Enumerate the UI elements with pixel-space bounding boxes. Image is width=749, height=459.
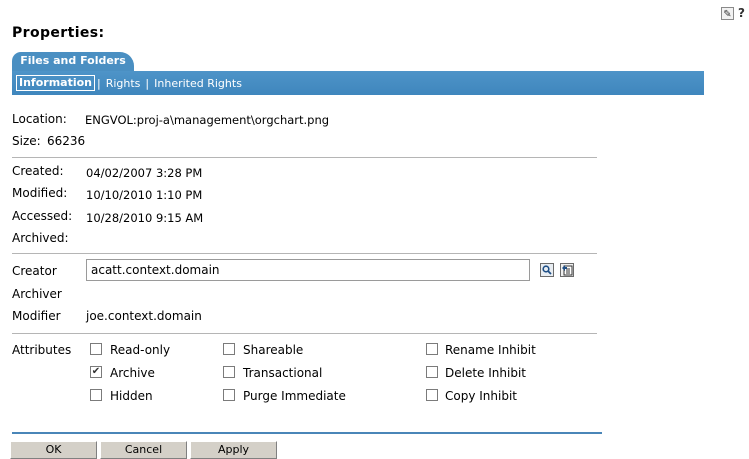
sub-navigation: Information | Rights | Inherited Rights [12, 71, 704, 95]
subnav-separator: | [97, 76, 101, 90]
ok-button[interactable]: OK [10, 441, 97, 459]
divider [12, 253, 597, 254]
shareable-checkbox[interactable] [223, 343, 235, 355]
attributes-label: Attributes [12, 343, 72, 357]
archive-checkbox[interactable]: ✔ [90, 366, 102, 378]
divider [12, 157, 597, 158]
edit-icon[interactable]: ✎ [721, 7, 734, 20]
help-icon[interactable]: ? [736, 7, 747, 20]
hidden-checkbox[interactable] [90, 389, 102, 401]
search-icon[interactable] [540, 263, 554, 277]
size-value: 66236 [47, 134, 86, 148]
subnav-separator: | [145, 76, 150, 90]
read-only-label: Read-only [110, 343, 171, 357]
subnav-inherited-rights[interactable]: Inherited Rights [151, 77, 245, 90]
location-label: Location: [12, 112, 67, 126]
archive-label: Archive [110, 366, 155, 380]
footer-divider [12, 432, 602, 434]
archived-label: Archived: [12, 231, 69, 245]
divider [12, 333, 597, 334]
modified-value: 10/10/2010 1:10 PM [86, 188, 203, 202]
delete-inhibit-checkbox[interactable] [426, 366, 438, 378]
check-icon: ✔ [91, 366, 101, 377]
tab-files-and-folders[interactable]: Files and Folders [12, 52, 134, 71]
delete-inhibit-label: Delete Inhibit [445, 366, 526, 380]
apply-button[interactable]: Apply [190, 441, 277, 459]
transactional-label: Transactional [243, 366, 323, 380]
purge-immediate-label: Purge Immediate [243, 389, 346, 403]
hidden-label: Hidden [110, 389, 153, 403]
modified-label: Modified: [12, 186, 68, 200]
copy-inhibit-label: Copy Inhibit [445, 389, 517, 403]
history-icon[interactable] [560, 263, 574, 277]
shareable-label: Shareable [243, 343, 304, 357]
subnav-rights[interactable]: Rights [103, 77, 144, 90]
accessed-value: 10/28/2010 9:15 AM [86, 211, 204, 225]
modifier-label: Modifier [12, 309, 61, 323]
archiver-label: Archiver [12, 287, 62, 301]
modifier-value: joe.context.domain [86, 309, 202, 323]
purge-immediate-checkbox[interactable] [223, 389, 235, 401]
rename-inhibit-label: Rename Inhibit [445, 343, 536, 357]
created-label: Created: [12, 164, 64, 178]
subnav-information[interactable]: Information [16, 75, 95, 91]
accessed-label: Accessed: [12, 209, 73, 223]
location-value: ENGVOL:proj-a\management\orgchart.png [85, 113, 330, 127]
size-label: Size: [12, 134, 41, 148]
cancel-button[interactable]: Cancel [100, 441, 187, 459]
creator-label: Creator [12, 264, 57, 278]
created-value: 04/02/2007 3:28 PM [86, 166, 203, 180]
rename-inhibit-checkbox[interactable] [426, 343, 438, 355]
creator-input[interactable] [86, 259, 530, 281]
read-only-checkbox[interactable] [90, 343, 102, 355]
transactional-checkbox[interactable] [223, 366, 235, 378]
top-toolbar: ✎ ? [721, 7, 747, 20]
copy-inhibit-checkbox[interactable] [426, 389, 438, 401]
page-title: Properties: [12, 25, 105, 41]
